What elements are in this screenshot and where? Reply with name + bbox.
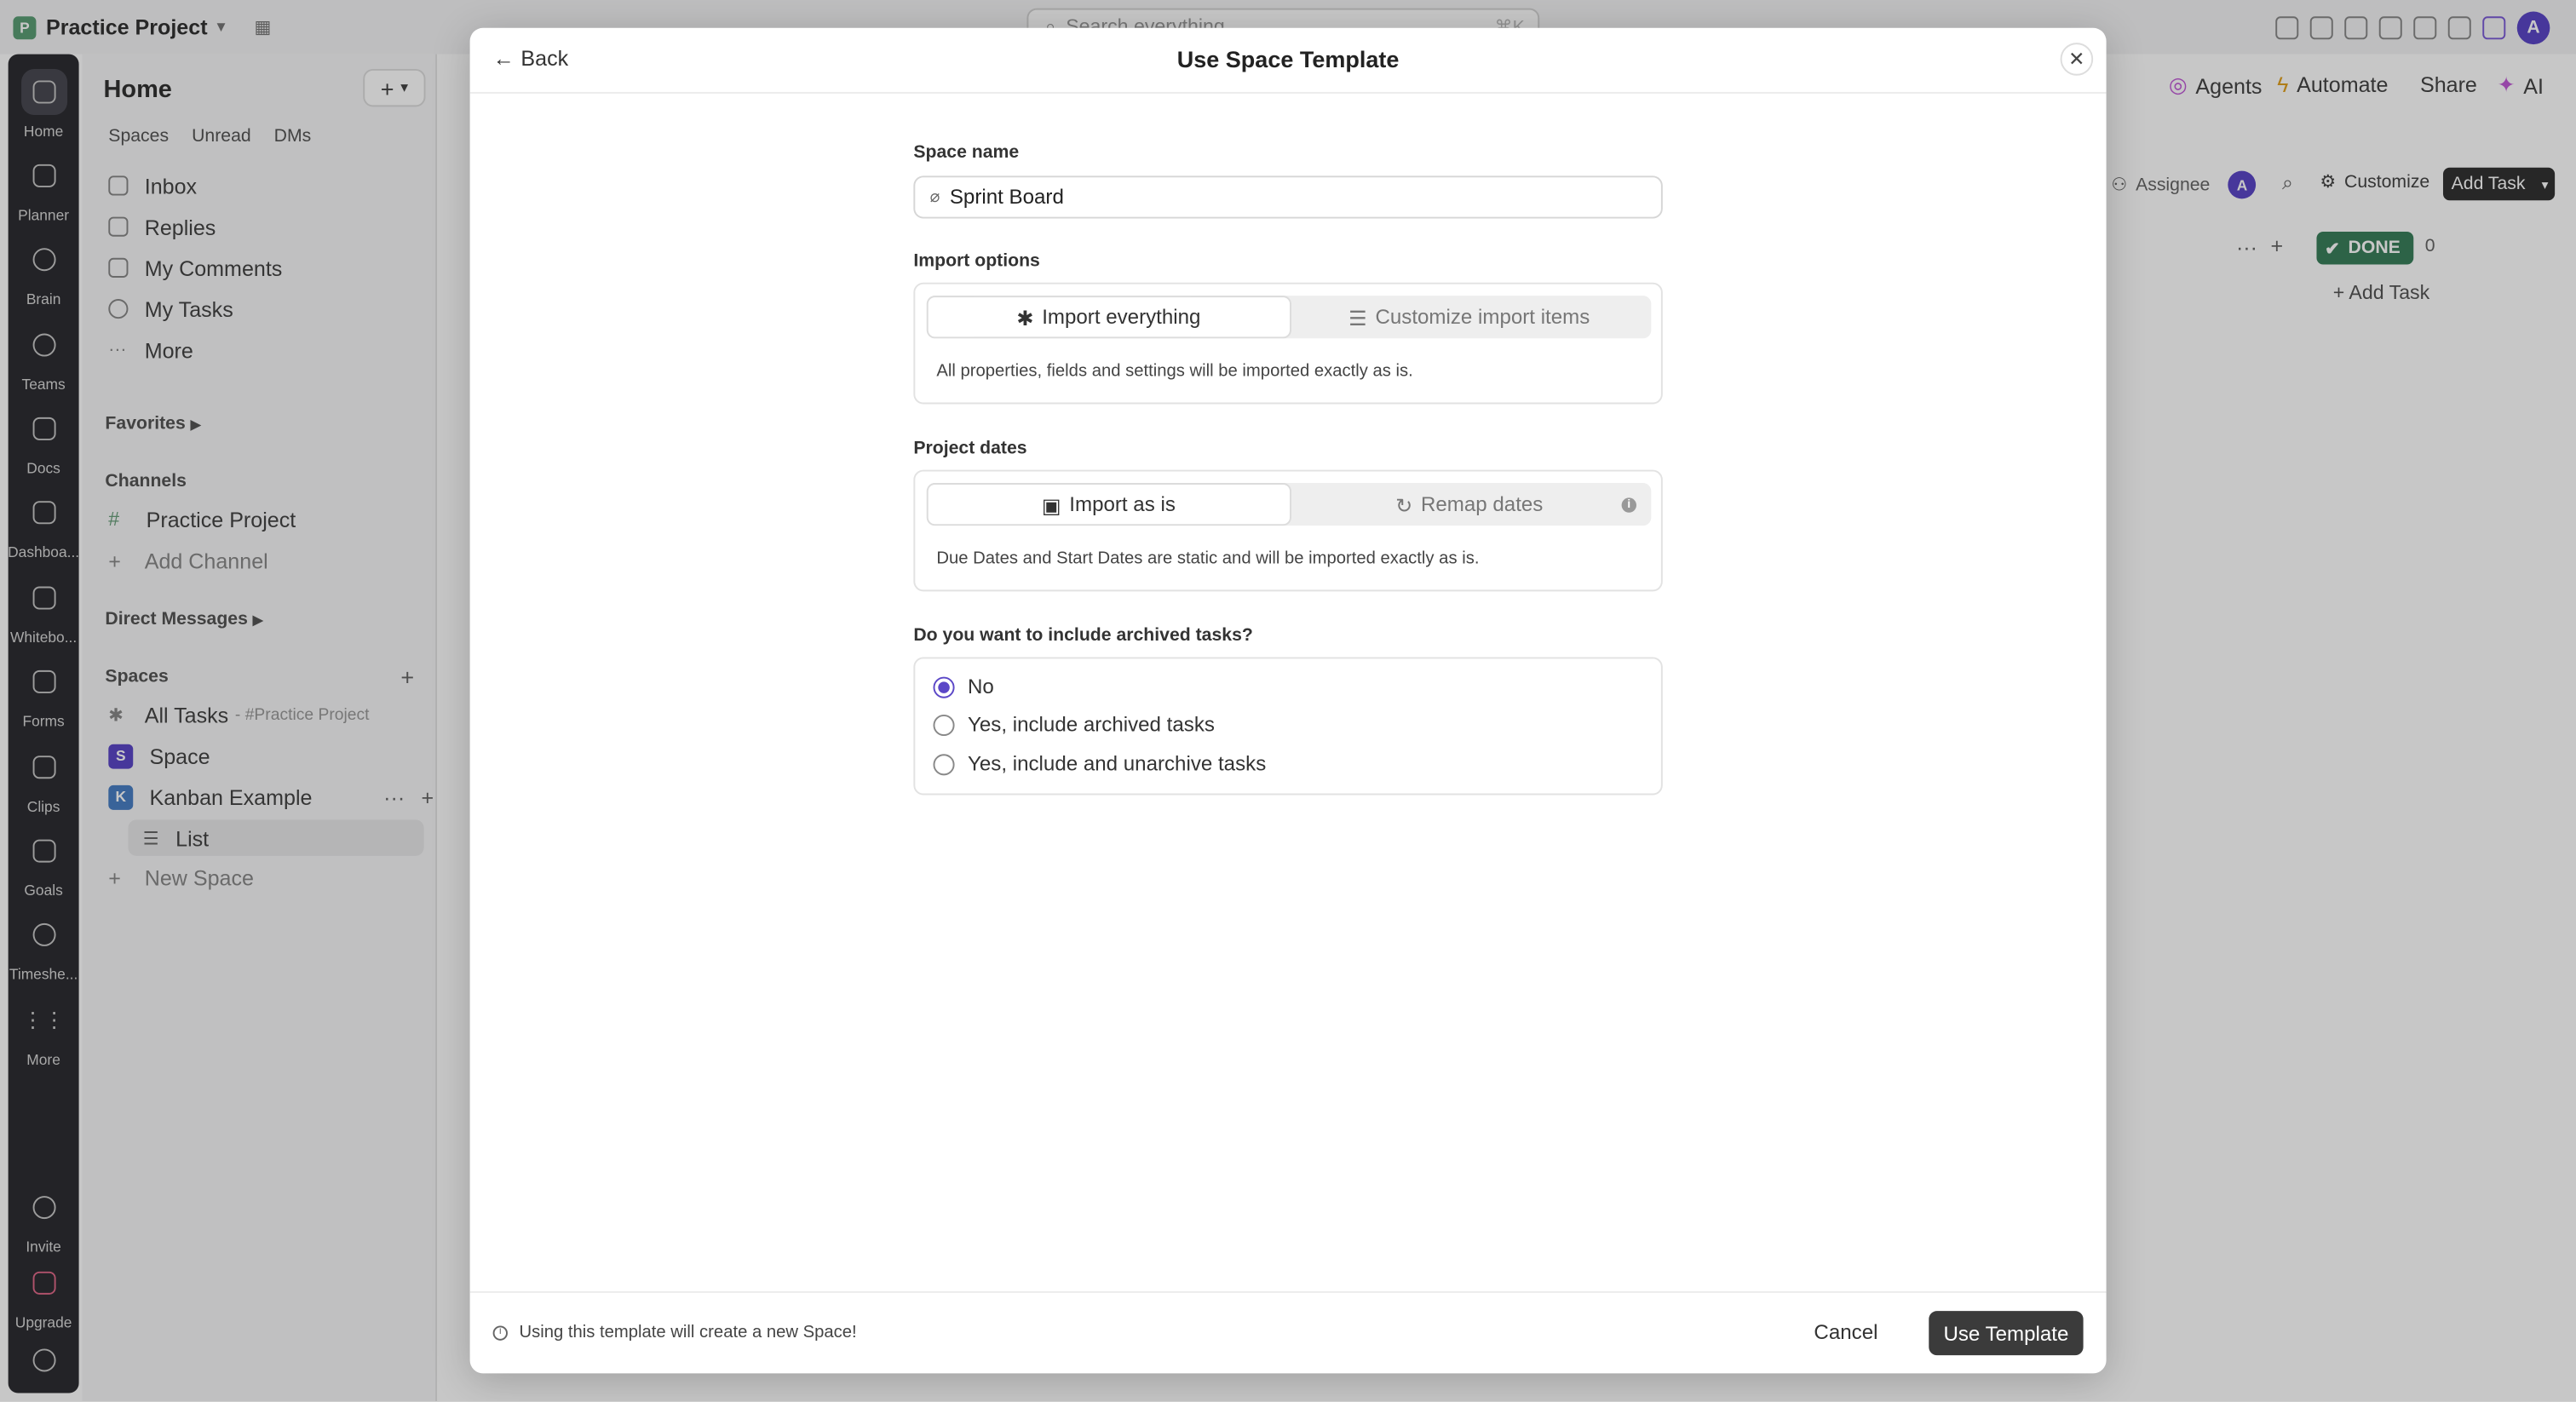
customize-import-option[interactable]: ☰ Customize import items — [1289, 297, 1649, 336]
import-as-is-label: Import as is — [1069, 492, 1176, 516]
use-space-template-modal: ← Back Use Space Template ✕ Space name ⌀… — [469, 27, 2107, 1374]
archived-option-label: Yes, include archived tasks — [968, 713, 1215, 737]
import-options-toggle: ✱ Import everything ☰ Customize import ite… — [926, 296, 1652, 339]
remap-dates-label: Remap dates — [1420, 492, 1544, 516]
footer-note-text: Using this template will create a new Sp… — [519, 1322, 857, 1342]
modal-title: Use Space Template — [1176, 46, 1400, 72]
radio[interactable] — [933, 714, 955, 736]
project-dates-label: Project dates — [913, 438, 1027, 459]
import-description: All properties, fields and settings will… — [936, 361, 1413, 382]
back-button[interactable]: ← Back — [493, 46, 569, 71]
import-as-is-option[interactable]: ▣ Import as is — [928, 484, 1290, 525]
archived-question: Do you want to include archived tasks? — [913, 625, 1253, 646]
space-icon: ⌀ — [929, 187, 940, 207]
archived-option-label: No — [968, 675, 994, 698]
archived-option-label: Yes, include and unarchive tasks — [968, 752, 1267, 776]
remap-dates-option[interactable]: ↻ Remap dates i — [1289, 485, 1649, 524]
radio-selected[interactable] — [933, 675, 955, 698]
back-label: Back — [520, 46, 569, 71]
info-icon[interactable]: i — [1621, 497, 1636, 513]
footer-note: i Using this template will create a new S… — [492, 1322, 857, 1342]
space-name-field[interactable]: ⌀ — [913, 175, 1663, 219]
import-everything-option[interactable]: ✱ Import everything — [928, 297, 1290, 337]
info-icon: i — [492, 1324, 508, 1340]
archived-option-no[interactable]: No — [933, 675, 994, 698]
project-dates-box: ▣ Import as is ↻ Remap dates i Due Dates an… — [913, 469, 1663, 592]
customize-import-label: Customize import items — [1375, 305, 1590, 329]
cancel-button[interactable]: Cancel — [1814, 1321, 1877, 1344]
import-options-label: Import options — [913, 251, 1040, 272]
close-icon[interactable]: ✕ — [2060, 43, 2094, 76]
archived-options-box: No Yes, include archived tasks Yes, incl… — [913, 657, 1663, 796]
space-name-label: Space name — [913, 142, 1020, 163]
calendar-check-icon: ▣ — [1041, 493, 1061, 517]
use-template-button[interactable]: Use Template — [1929, 1311, 2084, 1356]
modal-header: ← Back Use Space Template ✕ — [469, 28, 2107, 94]
archived-option-include[interactable]: Yes, include archived tasks — [933, 713, 1215, 737]
dates-description: Due Dates and Start Dates are static and… — [936, 549, 1480, 569]
refresh-icon: ↻ — [1395, 493, 1413, 517]
import-options-box: ✱ Import everything ☰ Customize import ite… — [913, 282, 1663, 405]
radio[interactable] — [933, 753, 955, 775]
space-name-input[interactable] — [949, 185, 1607, 209]
import-everything-label: Import everything — [1042, 305, 1201, 329]
project-dates-toggle: ▣ Import as is ↻ Remap dates i — [926, 483, 1652, 526]
modal-footer: i Using this template will create a new S… — [469, 1290, 2107, 1373]
arrow-left-icon: ← — [492, 46, 515, 71]
asterisk-icon: ✱ — [1016, 306, 1034, 330]
sliders-icon: ☰ — [1348, 306, 1367, 330]
archived-option-unarchive[interactable]: Yes, include and unarchive tasks — [933, 752, 1267, 776]
